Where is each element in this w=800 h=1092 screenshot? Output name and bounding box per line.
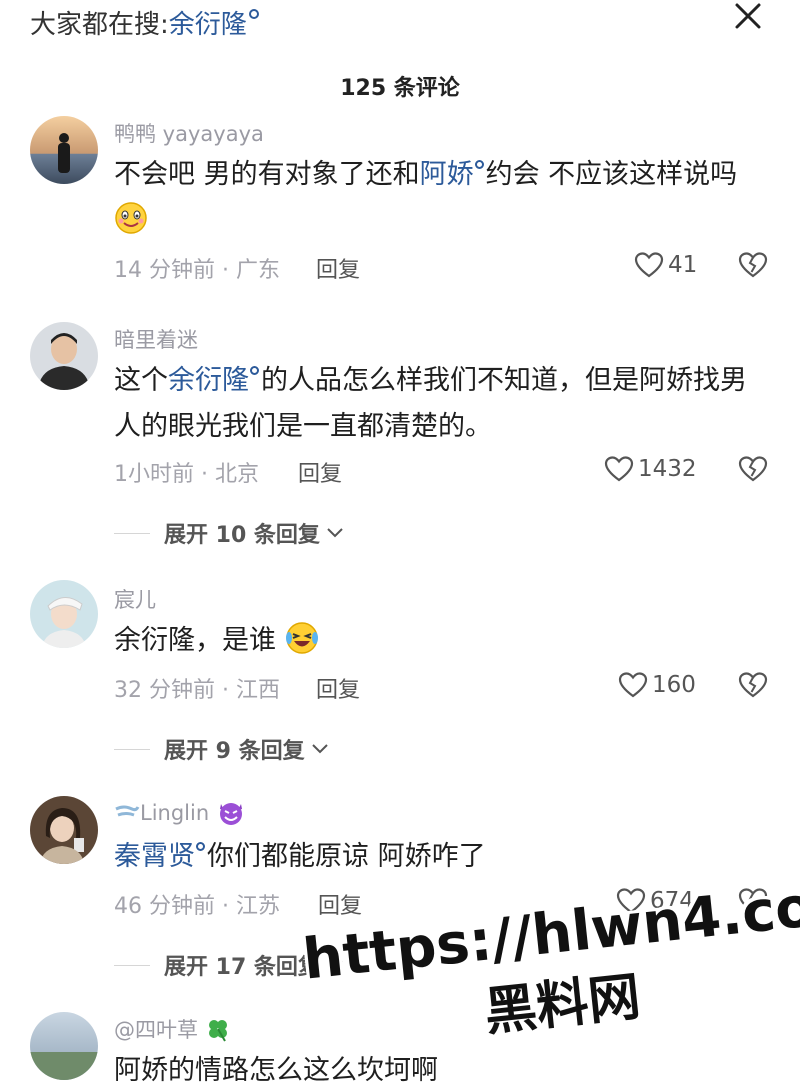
- like-count: 41: [668, 252, 698, 278]
- comment-text-part: 余衍隆，是谁: [114, 625, 276, 656]
- search-hint-prefix: 大家都在搜:: [30, 10, 169, 40]
- smiling-face-emoji: [114, 201, 148, 235]
- like-button[interactable]: 160: [618, 668, 696, 702]
- reply-button[interactable]: 回复: [316, 672, 360, 704]
- like-button[interactable]: 1432: [604, 452, 697, 486]
- expand-replies-label: 展开 10 条回复: [164, 523, 320, 548]
- comment-meta: 32 分钟前 · 江西: [114, 678, 280, 703]
- comment-text-part: 阿娇的情路怎么这么坎坷啊: [114, 1055, 438, 1086]
- comment-username[interactable]: 宸儿: [114, 584, 156, 614]
- avatar[interactable]: [30, 580, 98, 648]
- watermark: https://hlwn4.com 黑料网: [300, 868, 800, 1063]
- avatar[interactable]: [30, 1012, 98, 1080]
- comment-username[interactable]: @四叶草: [114, 1014, 231, 1044]
- broken-heart-icon: [738, 672, 768, 698]
- heart-icon: [604, 456, 634, 482]
- comment-text-part: 约会 不应该这样说吗: [485, 159, 738, 190]
- search-icon: [474, 160, 484, 169]
- comment-text-part: 这个: [114, 365, 168, 396]
- comment-text-part: 你们都能原谅 阿娇咋了: [207, 841, 486, 872]
- comment-meta: 1小时前 · 北京: [114, 462, 259, 487]
- avatar[interactable]: [30, 322, 98, 390]
- search-hint[interactable]: 大家都在搜:余衍隆: [30, 4, 259, 41]
- mention-link[interactable]: 秦霄贤: [114, 841, 195, 872]
- expand-replies-label: 展开 9 条回复: [164, 739, 305, 764]
- divider: [114, 964, 150, 966]
- chevron-down-icon: [311, 744, 328, 754]
- reply-button[interactable]: 回复: [298, 456, 342, 488]
- search-icon: [196, 842, 205, 851]
- expand-replies-button[interactable]: 展开 10 条回复: [114, 518, 344, 548]
- divider: [114, 532, 150, 534]
- like-button[interactable]: 41: [634, 248, 697, 282]
- search-icon: [248, 9, 259, 19]
- dislike-button[interactable]: [738, 250, 768, 280]
- comment-username[interactable]: 暗里着迷: [114, 324, 198, 354]
- divider: [114, 748, 150, 750]
- comment-text: 不会吧 男的有对象了还和阿娇 约会 不应该这样说吗: [114, 152, 764, 244]
- comment-text: 阿娇的情路怎么这么坎坷啊: [114, 1048, 764, 1092]
- avatar[interactable]: [30, 116, 98, 184]
- avatar[interactable]: [30, 796, 98, 864]
- close-icon[interactable]: [732, 0, 764, 32]
- comment-meta: 46 分钟前 · 江苏: [114, 894, 280, 919]
- comment-text: 余衍隆，是谁: [114, 618, 764, 664]
- like-count: 160: [652, 672, 696, 698]
- chevron-down-icon: [327, 528, 343, 538]
- heart-icon: [618, 672, 648, 698]
- expand-replies-button[interactable]: 展开 9 条回复: [114, 734, 329, 764]
- broken-heart-icon: [738, 456, 768, 482]
- mention-link[interactable]: 余衍隆: [168, 365, 249, 396]
- reply-button[interactable]: 回复: [318, 888, 362, 920]
- laughing-crying-emoji: [285, 621, 319, 655]
- search-icon: [250, 366, 259, 375]
- smiling-devil-emoji: [216, 798, 246, 826]
- search-hint-term[interactable]: 余衍隆: [169, 10, 247, 40]
- dislike-button[interactable]: [738, 454, 768, 484]
- comment-meta: 14 分钟前 · 广东: [114, 258, 280, 283]
- heart-icon: [634, 252, 664, 278]
- expand-replies-label: 展开 17 条回复: [164, 955, 320, 980]
- mention-link[interactable]: 阿娇: [420, 159, 474, 190]
- comment-username[interactable]: Linglin: [114, 798, 246, 826]
- comment-text: 秦霄贤 你们都能原谅 阿娇咋了: [114, 834, 764, 880]
- comment-username-text: @四叶草: [114, 1018, 198, 1042]
- search-hint-bar: 大家都在搜:余衍隆: [0, 0, 800, 44]
- four-leaf-clover-emoji: [205, 1016, 231, 1042]
- broken-heart-icon: [738, 252, 768, 278]
- like-count: 1432: [638, 456, 697, 482]
- comment-count: 125 条评论: [340, 76, 460, 101]
- comment-text-part: 不会吧 男的有对象了还和: [114, 159, 420, 190]
- dislike-button[interactable]: [738, 670, 768, 700]
- reply-button[interactable]: 回复: [316, 252, 360, 284]
- dash-emoji: [114, 801, 140, 823]
- comment-username[interactable]: 鸭鸭 yayayaya: [114, 118, 264, 148]
- comment-text: 这个余衍隆 的人品怎么样我们不知道，但是阿娇找男人的眼光我们是一直都清楚的。: [114, 358, 764, 450]
- comment-username-text: Linglin: [140, 801, 210, 825]
